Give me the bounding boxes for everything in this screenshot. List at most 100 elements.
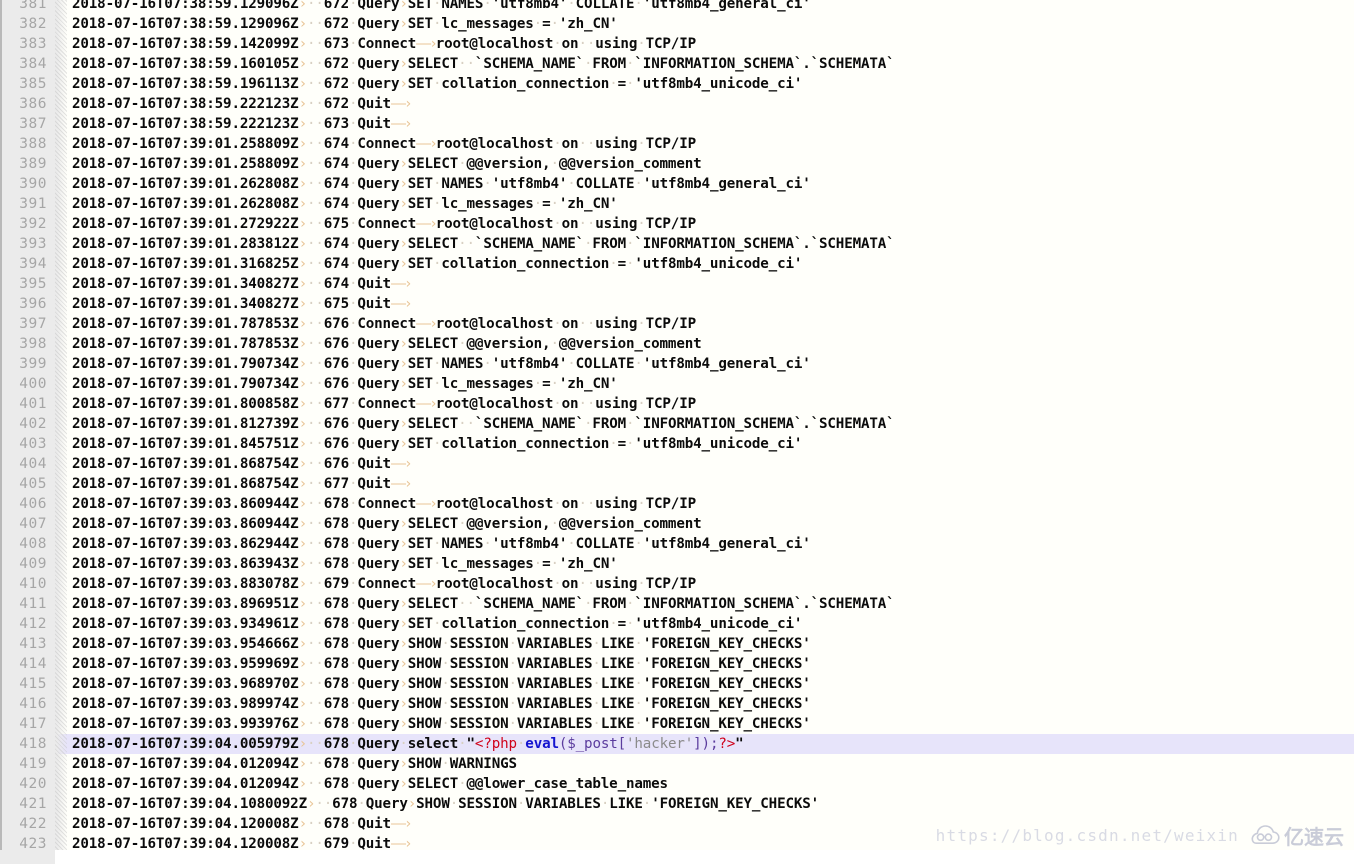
log-line[interactable]: 2018-07-16T07:39:03.862944Z›··678·Query›… (0, 534, 1354, 554)
line-number[interactable]: 381 (0, 0, 47, 14)
log-line-text: 2018-07-16T07:39:01.845751Z›··676·Query›… (72, 436, 803, 452)
line-number[interactable]: 383 (0, 34, 47, 54)
log-line[interactable]: 2018-07-16T07:39:01.787853Z›··676·Connec… (0, 314, 1354, 334)
line-number[interactable]: 421 (0, 794, 47, 814)
log-line[interactable]: 2018-07-16T07:39:01.258809Z›··674·Query›… (0, 154, 1354, 174)
log-line[interactable]: 2018-07-16T07:39:03.968970Z›··678·Query›… (0, 674, 1354, 694)
log-line[interactable]: 2018-07-16T07:39:01.790734Z›··676·Query›… (0, 374, 1354, 394)
log-line[interactable]: 2018-07-16T07:38:59.222123Z›··673·Quit——… (0, 114, 1354, 134)
log-line[interactable]: 2018-07-16T07:39:01.845751Z›··676·Query›… (0, 434, 1354, 454)
log-line[interactable]: 2018-07-16T07:39:03.934961Z›··678·Query›… (0, 614, 1354, 634)
line-number[interactable]: 401 (0, 394, 47, 414)
line-number[interactable]: 410 (0, 574, 47, 594)
line-number[interactable]: 395 (0, 274, 47, 294)
log-line-text: 2018-07-16T07:39:01.868754Z›··677·Quit——… (72, 476, 413, 492)
log-line[interactable]: 2018-07-16T07:39:03.896951Z›··678·Query›… (0, 594, 1354, 614)
log-line-text: 2018-07-16T07:39:03.860944Z›··678·Connec… (72, 496, 696, 512)
line-number[interactable]: 419 (0, 754, 47, 774)
gutter-fold-strip (55, 0, 67, 864)
line-number[interactable]: 415 (0, 674, 47, 694)
log-line[interactable]: 2018-07-16T07:39:01.340827Z›··674·Quit——… (0, 274, 1354, 294)
line-number[interactable]: 406 (0, 494, 47, 514)
line-number[interactable]: 392 (0, 214, 47, 234)
log-line[interactable]: 2018-07-16T07:39:03.860944Z›··678·Query›… (0, 514, 1354, 534)
line-number[interactable]: 385 (0, 74, 47, 94)
code-content-area[interactable]: 2018-07-16T07:38:59.129096Z›··672·Query›… (0, 0, 1354, 864)
line-number[interactable]: 420 (0, 774, 47, 794)
log-line-text: 2018-07-16T07:39:01.262808Z›··674·Query›… (72, 176, 811, 192)
log-line[interactable]: 2018-07-16T07:39:01.272922Z›··675·Connec… (0, 214, 1354, 234)
line-number[interactable]: 416 (0, 694, 47, 714)
line-number[interactable]: 390 (0, 174, 47, 194)
watermark: https://blog.csdn.net/weixin 亿速云 (936, 821, 1344, 850)
line-number[interactable]: 402 (0, 414, 47, 434)
line-number[interactable]: 403 (0, 434, 47, 454)
line-number[interactable]: 405 (0, 474, 47, 494)
log-line[interactable]: 2018-07-16T07:38:59.222123Z›··672·Quit——… (0, 94, 1354, 114)
log-line-text: 2018-07-16T07:38:59.142099Z›··673·Connec… (72, 36, 696, 52)
log-line[interactable]: 2018-07-16T07:39:03.993976Z›··678·Query›… (0, 714, 1354, 734)
log-line[interactable]: 2018-07-16T07:39:01.316825Z›··674·Query›… (0, 254, 1354, 274)
line-number[interactable]: 413 (0, 634, 47, 654)
line-number[interactable]: 408 (0, 534, 47, 554)
gutter-left-border (0, 0, 2, 864)
log-line[interactable]: 2018-07-16T07:39:03.989974Z›··678·Query›… (0, 694, 1354, 714)
line-number[interactable]: 418 (0, 734, 47, 754)
line-number[interactable]: 414 (0, 654, 47, 674)
log-line[interactable]: 2018-07-16T07:39:01.800858Z›··677·Connec… (0, 394, 1354, 414)
line-number[interactable]: 382 (0, 14, 47, 34)
line-number[interactable]: 398 (0, 334, 47, 354)
log-line-text: 2018-07-16T07:39:01.258809Z›··674·Query›… (72, 156, 702, 172)
log-line[interactable]: 2018-07-16T07:39:03.863943Z›··678·Query›… (0, 554, 1354, 574)
line-number-gutter[interactable]: 381 382 383 384 385 386 387 388 389 390 391 392 393 3… (0, 0, 55, 864)
line-number[interactable]: 397 (0, 314, 47, 334)
log-line[interactable]: 2018-07-16T07:39:03.860944Z›··678·Connec… (0, 494, 1354, 514)
log-line[interactable]: 2018-07-16T07:39:04.012094Z›··678·Query›… (0, 774, 1354, 794)
line-number[interactable]: 411 (0, 594, 47, 614)
log-line[interactable]: 2018-07-16T07:39:01.868754Z›··676·Quit——… (0, 454, 1354, 474)
log-line[interactable]: 2018-07-16T07:39:01.340827Z›··675·Quit——… (0, 294, 1354, 314)
line-number[interactable]: 412 (0, 614, 47, 634)
log-line[interactable]: 2018-07-16T07:39:01.790734Z›··676·Query›… (0, 354, 1354, 374)
line-number[interactable]: 393 (0, 234, 47, 254)
log-line[interactable]: 2018-07-16T07:38:59.129096Z›··672·Query›… (0, 0, 1354, 14)
log-line[interactable]: 2018-07-16T07:39:01.262808Z›··674·Query›… (0, 194, 1354, 214)
line-number[interactable]: 394 (0, 254, 47, 274)
log-line[interactable]: 2018-07-16T07:38:59.129096Z›··672·Query›… (0, 14, 1354, 34)
log-line[interactable]: 2018-07-16T07:39:03.954666Z›··678·Query›… (0, 634, 1354, 654)
log-line[interactable]: 2018-07-16T07:39:04.1080092Z›··678·Query… (0, 794, 1354, 814)
log-line-text: 2018-07-16T07:39:03.863943Z›··678·Query›… (72, 556, 618, 572)
line-number[interactable]: 388 (0, 134, 47, 154)
line-number[interactable]: 396 (0, 294, 47, 314)
line-number[interactable]: 399 (0, 354, 47, 374)
line-number[interactable]: 391 (0, 194, 47, 214)
log-line-text: 2018-07-16T07:39:03.968970Z›··678·Query›… (72, 676, 811, 692)
log-line[interactable]: 2018-07-16T07:39:01.787853Z›··676·Query›… (0, 334, 1354, 354)
line-number[interactable]: 386 (0, 94, 47, 114)
log-line[interactable]: 2018-07-16T07:39:03.959969Z›··678·Query›… (0, 654, 1354, 674)
line-number[interactable]: 417 (0, 714, 47, 734)
log-file-editor[interactable]: 2018-07-16T07:38:59.129096Z›··672·Query›… (0, 0, 1354, 864)
log-line[interactable]: 2018-07-16T07:38:59.160105Z›··672·Query›… (0, 54, 1354, 74)
line-number[interactable]: 422 (0, 814, 47, 834)
log-line[interactable]: 2018-07-16T07:39:01.262808Z›··674·Query›… (0, 174, 1354, 194)
log-line[interactable]: 2018-07-16T07:38:59.142099Z›··673·Connec… (0, 34, 1354, 54)
line-number[interactable]: 389 (0, 154, 47, 174)
log-line[interactable]: 2018-07-16T07:39:03.883078Z›··679·Connec… (0, 574, 1354, 594)
log-line-highlighted[interactable]: 2018-07-16T07:39:04.005979Z›··678·Query·… (0, 734, 1354, 754)
log-line-text: 2018-07-16T07:39:01.316825Z›··674·Query›… (72, 256, 803, 272)
log-line[interactable]: 2018-07-16T07:39:01.258809Z›··674·Connec… (0, 134, 1354, 154)
log-line-text: 2018-07-16T07:39:04.005979Z›··678·Query·… (72, 736, 744, 752)
log-line[interactable]: 2018-07-16T07:39:01.812739Z›··676·Query›… (0, 414, 1354, 434)
log-line[interactable]: 2018-07-16T07:38:59.196113Z›··672·Query›… (0, 74, 1354, 94)
log-line[interactable]: 2018-07-16T07:39:04.012094Z›··678·Query›… (0, 754, 1354, 774)
line-number[interactable]: 404 (0, 454, 47, 474)
line-number[interactable]: 407 (0, 514, 47, 534)
line-number[interactable]: 400 (0, 374, 47, 394)
line-number[interactable]: 384 (0, 54, 47, 74)
line-number[interactable]: 409 (0, 554, 47, 574)
line-number[interactable]: 387 (0, 114, 47, 134)
log-line[interactable]: 2018-07-16T07:39:01.283812Z›··674·Query›… (0, 234, 1354, 254)
log-line-text: 2018-07-16T07:39:01.868754Z›··676·Quit——… (72, 456, 413, 472)
log-line[interactable]: 2018-07-16T07:39:01.868754Z›··677·Quit——… (0, 474, 1354, 494)
